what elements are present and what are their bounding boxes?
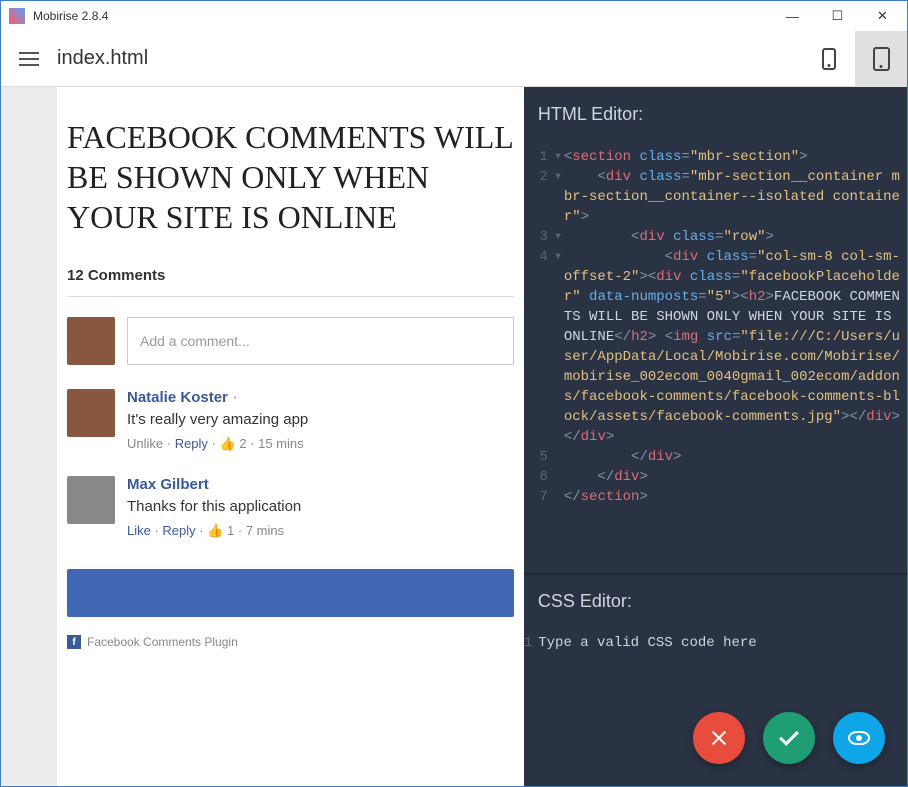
eye-icon (848, 731, 870, 745)
close-icon (710, 729, 728, 747)
phone-icon (822, 48, 836, 70)
comment-item: Max Gilbert Thanks for this application … (67, 476, 514, 539)
page-headline: FACEBOOK COMMENTS WILL BE SHOWN ONLY WHE… (67, 107, 514, 267)
filename-label: index.html (57, 47, 148, 70)
like-link[interactable]: Like (127, 523, 151, 538)
app-icon (9, 8, 25, 24)
css-editor-header: CSS Editor: (524, 575, 907, 627)
maximize-button[interactable]: ☐ (815, 2, 860, 30)
facebook-icon: f (67, 635, 81, 649)
commenter-name[interactable]: Max Gilbert (127, 476, 209, 493)
comments-count: 12 Comments (67, 267, 514, 297)
like-icon[interactable]: 👍 (220, 436, 236, 451)
unlike-link[interactable]: Unlike (127, 436, 163, 451)
comment-text: Thanks for this application (127, 498, 514, 515)
cancel-button[interactable] (693, 712, 745, 764)
avatar (67, 476, 115, 524)
commenter-name[interactable]: Natalie Koster (127, 389, 228, 406)
like-icon[interactable]: 👍 (207, 523, 223, 538)
reply-link[interactable]: Reply (175, 436, 208, 451)
check-icon (779, 726, 799, 746)
add-comment-row: Add a comment... (67, 317, 514, 365)
comment-item: Natalie Koster · It's really very amazin… (67, 389, 514, 452)
comment-time: 15 mins (258, 436, 304, 451)
toolbar: index.html (1, 31, 907, 87)
preview-pane: FACEBOOK COMMENTS WILL BE SHOWN ONLY WHE… (1, 87, 524, 786)
plugin-credit: f Facebook Comments Plugin (67, 635, 514, 649)
tablet-icon (873, 47, 890, 71)
device-phone-button[interactable] (803, 31, 855, 87)
close-button[interactable]: ✕ (860, 2, 905, 30)
editor-panel: HTML Editor: 1▾<section class="mbr-secti… (524, 87, 907, 786)
apply-button[interactable] (763, 712, 815, 764)
avatar (67, 317, 115, 365)
menu-button[interactable] (1, 31, 57, 87)
window-title: Mobirise 2.8.4 (33, 9, 108, 23)
titlebar: Mobirise 2.8.4 — ☐ ✕ (1, 1, 907, 31)
minimize-button[interactable]: — (770, 2, 815, 30)
reply-link[interactable]: Reply (162, 523, 195, 538)
preview-gutter (1, 87, 57, 786)
comment-time: 7 mins (246, 523, 284, 538)
comment-text: It's really very amazing app (127, 411, 514, 428)
html-editor[interactable]: 1▾<section class="mbr-section"> 2▾ <div … (524, 141, 907, 513)
facebook-login-button[interactable] (67, 569, 514, 617)
html-editor-header: HTML Editor: (524, 87, 907, 141)
avatar (67, 389, 115, 437)
add-comment-input[interactable]: Add a comment... (127, 317, 514, 365)
preview-button[interactable] (833, 712, 885, 764)
device-tablet-button[interactable] (855, 31, 907, 87)
